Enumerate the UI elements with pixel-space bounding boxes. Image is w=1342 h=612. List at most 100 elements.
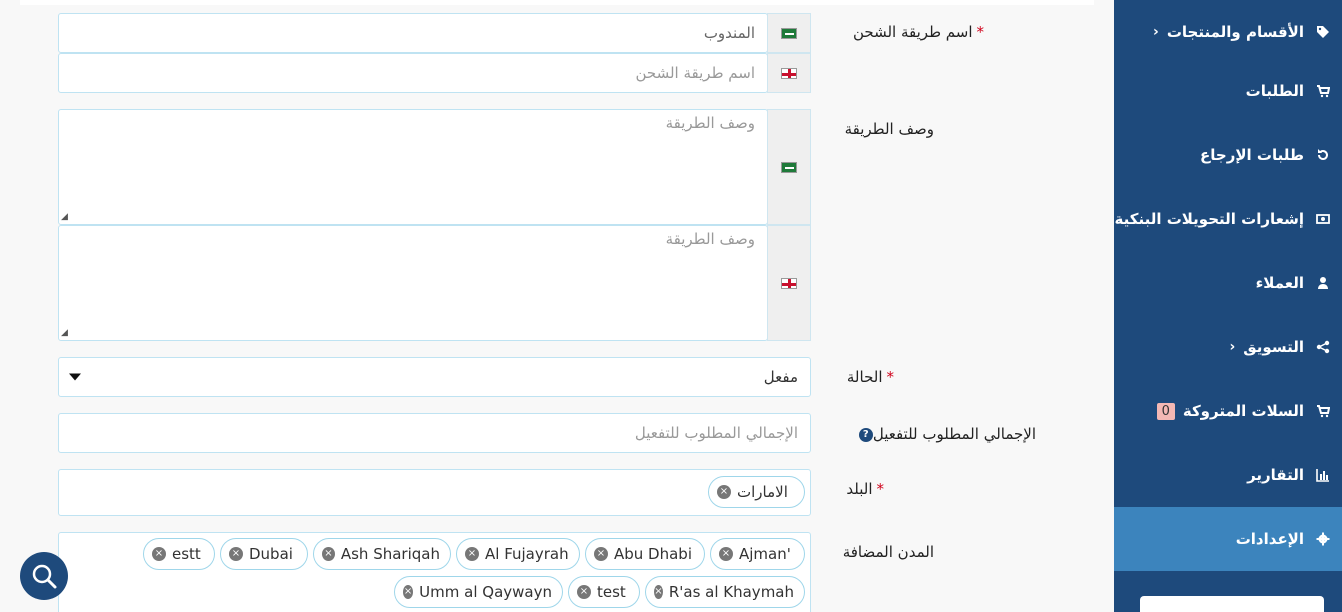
undo-icon (1316, 148, 1330, 162)
money-icon (1316, 212, 1330, 226)
tag-icon (1316, 25, 1330, 39)
city-tag: × Al Fujayrah (456, 538, 580, 570)
min-total-label-text: الإجمالي المطلوب للتفعيل (872, 425, 1036, 443)
remove-tag-icon[interactable]: × (229, 547, 243, 561)
min-total-placeholder: الإجمالي المطلوب للتفعيل (634, 424, 798, 442)
description-ar-placeholder: وصف الطريقة (665, 114, 755, 132)
status-selected-value: مفعل (763, 368, 798, 386)
city-tag: × estt (143, 538, 215, 570)
shipping-name-label-text: اسم طريقة الشحن (853, 23, 973, 41)
sidebar-item-orders[interactable]: الطلبات (1114, 59, 1342, 123)
count-badge: 0 (1156, 402, 1175, 420)
description-en-textarea[interactable]: وصف الطريقة ◢ (58, 225, 768, 341)
city-tag: × Dubai (220, 538, 308, 570)
city-tag: × Ajman' (710, 538, 805, 570)
sidebar-item-label: العملاء (1255, 274, 1304, 292)
city-tag: × Abu Dhabi (585, 538, 705, 570)
city-tag: × test (568, 576, 640, 608)
gear-icon (1316, 532, 1330, 546)
arabic-lang-addon (767, 13, 811, 53)
resize-handle-icon[interactable]: ◢ (61, 212, 68, 222)
remove-tag-icon[interactable]: × (322, 547, 335, 561)
country-label-text: البلد (846, 480, 873, 498)
status-select[interactable]: مفعل (58, 357, 811, 397)
shipping-name-en-input[interactable]: اسم طريقة الشحن (58, 53, 768, 93)
sidebar-item-settings[interactable]: الإعدادات (1114, 507, 1342, 571)
saudi-flag-icon (781, 161, 797, 173)
remove-tag-icon[interactable]: × (152, 547, 166, 561)
remove-tag-icon[interactable]: × (719, 547, 733, 561)
status-label: *الحالة (834, 368, 894, 386)
city-tag-label: Dubai (249, 545, 293, 563)
remove-tag-icon[interactable]: × (717, 485, 731, 499)
status-label-text: الحالة (846, 368, 883, 386)
country-label: *البلد (834, 480, 884, 498)
sidebar-item-label: الأقسام والمنتجات (1166, 23, 1304, 41)
dropdown-arrow-icon (69, 373, 81, 381)
remove-tag-icon[interactable]: × (465, 547, 479, 561)
city-tag: × Ash Shariqah (313, 538, 451, 570)
sidebar-item-label: الإعدادات (1235, 530, 1304, 548)
city-tag-label: Ash Shariqah (340, 545, 440, 563)
sidebar-item-label: إشعارات التحويلات البنكية (1114, 210, 1304, 228)
sidebar: › الأقسام والمنتجات الطلبات طلبات الإرجا… (1114, 0, 1342, 612)
min-total-label: الإجمالي المطلوب للتفعيل? (836, 425, 1036, 443)
remove-tag-icon[interactable]: × (577, 585, 591, 599)
remove-tag-icon[interactable]: × (594, 547, 608, 561)
sidebar-item-label: السلات المتروكة (1182, 402, 1304, 420)
city-tag-label: Al Fujayrah (485, 545, 569, 563)
sidebar-item-customers[interactable]: العملاء (1114, 251, 1342, 315)
form-card-top (20, 0, 1094, 5)
sidebar-bottom-button[interactable] (1140, 596, 1324, 612)
search-icon (32, 564, 57, 589)
sidebar-item-label: التقارير (1247, 466, 1304, 484)
english-lang-addon (767, 53, 811, 93)
help-icon[interactable]: ? (858, 427, 873, 442)
resize-handle-icon[interactable]: ◢ (61, 328, 68, 338)
bar-chart-icon (1316, 468, 1330, 482)
description-ar-textarea[interactable]: وصف الطريقة ◢ (58, 109, 768, 225)
uk-flag-icon (781, 67, 797, 79)
sidebar-item-abandoned-carts[interactable]: 0 السلات المتروكة (1114, 379, 1342, 443)
shipping-name-label: *اسم طريقة الشحن (834, 23, 984, 41)
sidebar-item-bank-transfers[interactable]: إشعارات التحويلات البنكية (1114, 187, 1342, 251)
city-tag-label: Ajman' (739, 545, 791, 563)
city-tag: × Umm al Qaywayn (394, 576, 563, 608)
sidebar-item-marketing[interactable]: › التسويق (1114, 315, 1342, 379)
share-icon (1316, 340, 1330, 354)
shipping-name-en-placeholder: اسم طريقة الشحن (635, 64, 756, 82)
min-total-input[interactable]: الإجمالي المطلوب للتفعيل (58, 413, 811, 453)
chevron-right-icon: › (1153, 24, 1159, 40)
country-multiselect[interactable] (58, 469, 811, 516)
shipping-name-ar-value: المندوب (703, 24, 755, 42)
cities-label: المدن المضافة (842, 543, 934, 561)
uk-flag-icon (781, 277, 797, 289)
cart-icon (1316, 404, 1330, 418)
sidebar-item-reports[interactable]: التقارير (1114, 443, 1342, 507)
cart-icon (1316, 84, 1330, 98)
required-mark: * (876, 480, 885, 498)
required-mark: * (886, 368, 895, 386)
city-tag: × R'as al Khaymah (645, 576, 805, 608)
city-tag-label: test (597, 583, 626, 601)
city-tag-label: Umm al Qaywayn (419, 583, 552, 601)
user-icon (1316, 276, 1330, 290)
description-label: وصف الطريقة (844, 120, 934, 138)
english-lang-addon (767, 225, 811, 341)
arabic-lang-addon (767, 109, 811, 225)
required-mark: * (976, 23, 985, 41)
sidebar-item-categories-products[interactable]: › الأقسام والمنتجات (1114, 0, 1342, 64)
remove-tag-icon[interactable]: × (403, 585, 414, 599)
sidebar-item-label: طلبات الإرجاع (1200, 146, 1304, 164)
city-tag-label: estt (172, 545, 201, 563)
city-tag-label: Abu Dhabi (614, 545, 692, 563)
search-fab-button[interactable] (20, 552, 68, 600)
saudi-flag-icon (781, 27, 797, 39)
country-tag-label: الامارات (737, 483, 788, 501)
shipping-name-ar-input[interactable]: المندوب (58, 13, 768, 53)
remove-tag-icon[interactable]: × (654, 585, 663, 599)
country-tag: × الامارات (708, 476, 805, 508)
city-tag-label: R'as al Khaymah (668, 583, 794, 601)
sidebar-item-label: الطلبات (1245, 82, 1304, 100)
sidebar-item-returns[interactable]: طلبات الإرجاع (1114, 123, 1342, 187)
